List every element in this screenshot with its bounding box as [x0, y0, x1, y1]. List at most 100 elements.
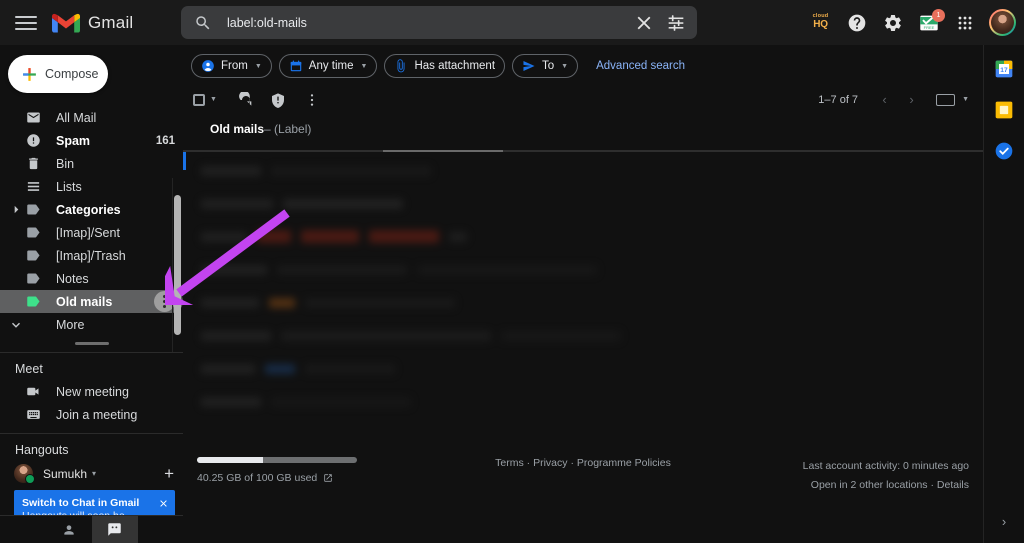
main-content: From ▼ Any time ▼ Has attachment To ▼ Ad… [183, 45, 983, 543]
gear-icon[interactable] [881, 11, 904, 34]
sidebar-item-new-meeting[interactable]: New meeting [0, 380, 183, 403]
person-icon [201, 59, 215, 73]
hamburger-menu-icon[interactable] [15, 12, 37, 34]
sidebar-item-join-meeting[interactable]: Join a meeting [0, 403, 183, 426]
chevron-right-icon[interactable]: › [994, 511, 1014, 531]
calendar-icon [289, 59, 303, 73]
compose-button[interactable]: Compose [8, 55, 108, 93]
sidebar-item-label: Categories [56, 202, 121, 217]
cloudhq-icon[interactable]: cloud HQ [809, 11, 832, 34]
chat-bubble-icon[interactable] [91, 516, 138, 543]
avatar[interactable] [989, 9, 1016, 36]
close-icon[interactable] [633, 12, 655, 34]
sidebar-item-bin[interactable]: Bin [0, 152, 183, 175]
more-options-button[interactable] [301, 89, 323, 111]
search-icon [194, 14, 212, 32]
table-row[interactable] [183, 385, 983, 418]
sidebar-item-imap-sent[interactable]: [Imap]/Sent [0, 221, 183, 244]
sidebar-item-label: Notes [56, 271, 89, 286]
filter-chip-from[interactable]: From ▼ [191, 54, 272, 78]
calendar-icon[interactable]: 17 [994, 59, 1014, 79]
email-list[interactable] [183, 150, 983, 445]
sidebar-item-old-mails[interactable]: Old mails [0, 290, 183, 313]
caret-down-icon[interactable]: ▾ [92, 469, 96, 478]
search-filter-chips: From ▼ Any time ▼ Has attachment To ▼ Ad… [183, 45, 983, 78]
plus-icon[interactable]: + [164, 465, 174, 482]
sidebar-item-imap-trash[interactable]: [Imap]/Trash [0, 244, 183, 267]
gmail-logo[interactable]: Gmail [51, 12, 133, 34]
label-icon [23, 248, 43, 263]
table-row[interactable] [183, 154, 983, 187]
table-row[interactable] [183, 253, 983, 286]
advanced-search-link[interactable]: Advanced search [596, 60, 685, 72]
hangouts-user-row[interactable]: Sumukh ▾ + [0, 461, 183, 484]
trash-icon [23, 156, 43, 171]
sidebar-item-spam[interactable]: Spam 161 [0, 129, 183, 152]
chevron-left-icon[interactable]: ‹ [872, 87, 897, 112]
help-icon[interactable] [845, 11, 868, 34]
hangouts-user-name: Sumukh [43, 466, 88, 481]
extension-badge-icon[interactable]: FREE 1 [917, 9, 945, 34]
compose-label: Compose [45, 67, 99, 81]
filter-chip-has-attachment[interactable]: Has attachment [384, 54, 506, 78]
chevron-right-icon[interactable]: › [899, 87, 924, 112]
sidebar-item-notes[interactable]: Notes [0, 267, 183, 290]
list-toolbar: ▼ 1–7 of 7 ‹ › ▼ [183, 78, 983, 112]
details-link[interactable]: Details [937, 479, 969, 491]
spam-icon [23, 133, 43, 148]
account-activity: Last account activity: 0 minutes ago Ope… [803, 457, 969, 496]
select-all-checkbox[interactable]: ▼ [193, 93, 217, 106]
programme-policies-link[interactable]: Programme Policies [577, 457, 671, 469]
tasks-icon[interactable] [994, 141, 1014, 161]
caret-down-icon[interactable]: ▼ [962, 96, 969, 103]
caret-down-icon: ▼ [360, 62, 368, 70]
sidebar-item-label: Old mails [56, 294, 113, 309]
checkbox-icon [193, 93, 205, 106]
open-locations-link[interactable]: Open in 2 other locations [811, 479, 928, 491]
filter-chip-any-time[interactable]: Any time ▼ [278, 54, 378, 78]
sidebar-item-label: [Imap]/Trash [56, 248, 126, 263]
storage-text: 40.25 GB of 100 GB used [197, 472, 318, 484]
chevron-right-icon[interactable] [9, 205, 23, 214]
apps-grid-icon[interactable] [953, 11, 976, 34]
sidebar-item-label: Bin [56, 156, 75, 171]
privacy-link[interactable]: Privacy [533, 457, 567, 469]
left-sidebar: Compose All Mail Spam 161 Bin Lists Cate… [0, 45, 183, 515]
table-row[interactable] [183, 286, 983, 319]
table-row[interactable] [183, 187, 983, 220]
sidebar-scrollbar[interactable] [174, 195, 181, 335]
label-header-suffix: – (Label) [264, 122, 312, 136]
sidebar-item-all-mail[interactable]: All Mail [0, 106, 183, 129]
terms-link[interactable]: Terms [495, 457, 524, 469]
refresh-button[interactable] [235, 89, 257, 111]
sidebar-item-label: Join a meeting [56, 407, 138, 422]
table-row[interactable] [183, 319, 983, 352]
keep-icon[interactable] [994, 100, 1014, 120]
table-row[interactable] [183, 352, 983, 385]
sidebar-item-categories[interactable]: Categories [0, 198, 183, 221]
promo-title: Switch to Chat in Gmail [22, 497, 140, 509]
contacts-icon[interactable] [46, 516, 92, 543]
open-in-new-icon[interactable] [323, 473, 333, 483]
report-spam-button[interactable] [267, 89, 289, 111]
label-icon [23, 202, 43, 217]
filter-chip-to[interactable]: To ▼ [512, 54, 579, 78]
sidebar-resize-grabber[interactable] [74, 342, 109, 345]
top-bar: Gmail cloud HQ [0, 0, 1024, 45]
keyboard-icon[interactable] [936, 93, 956, 106]
list-horizontal-scrollbar[interactable] [183, 150, 983, 152]
search-input[interactable] [227, 15, 633, 30]
svg-text:FREE: FREE [923, 24, 934, 29]
gmail-logo-icon [51, 12, 81, 34]
sidebar-item-more[interactable]: More [0, 313, 183, 336]
sidebar-item-lists[interactable]: Lists [0, 175, 183, 198]
plus-icon [21, 66, 38, 83]
chevron-down-icon [9, 320, 23, 330]
table-row[interactable] [183, 220, 983, 253]
close-icon[interactable] [158, 496, 169, 507]
sidebar-bottom-bar [0, 515, 183, 543]
label-icon [23, 271, 43, 286]
meet-section-title: Meet [15, 362, 43, 376]
search-bar[interactable] [181, 6, 697, 39]
search-options-icon[interactable] [665, 12, 687, 34]
